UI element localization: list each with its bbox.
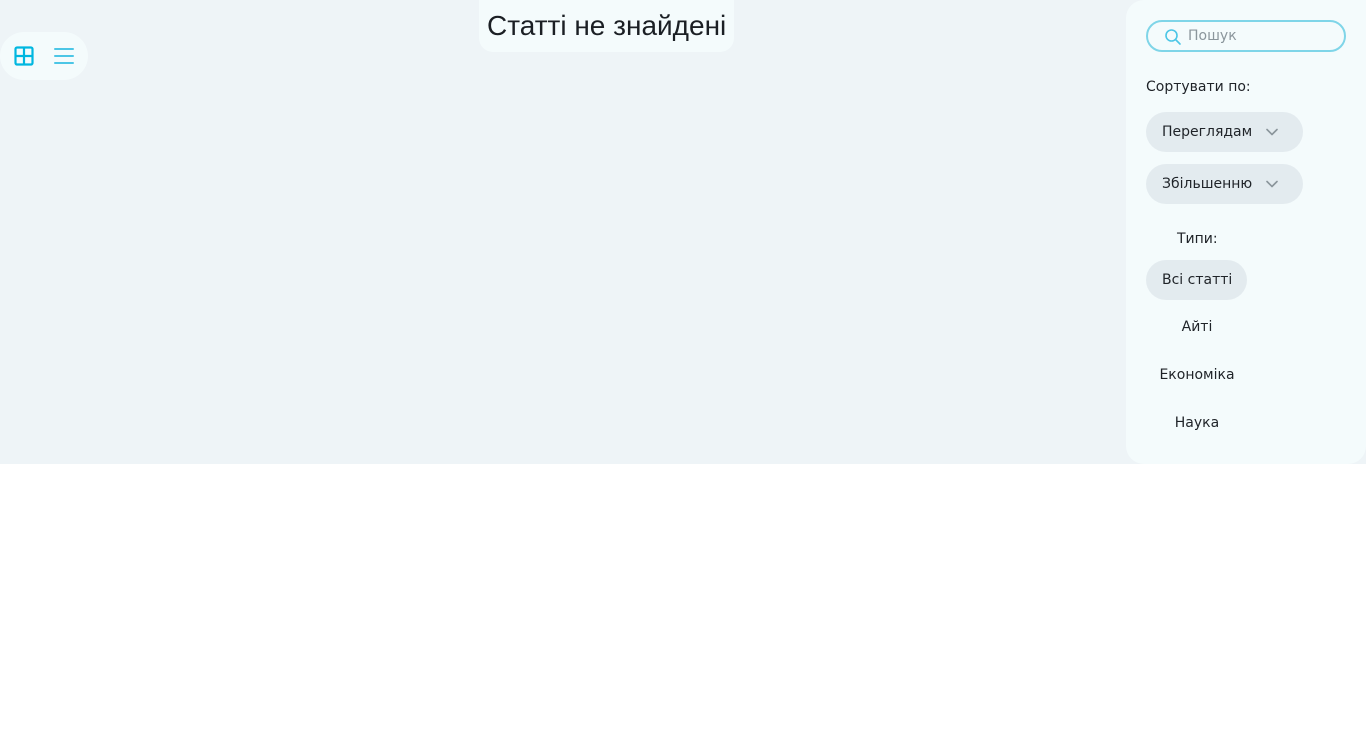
- list-view-button[interactable]: [52, 44, 76, 68]
- articles-page: Статті не знайдені Сортувати по: Перегля…: [0, 0, 1366, 464]
- sort-order-dropdown[interactable]: Збільшенню: [1146, 164, 1303, 204]
- sort-by-dropdown[interactable]: Переглядам: [1146, 112, 1303, 152]
- list-view-icon: [54, 48, 74, 64]
- grid-view-icon: [14, 46, 34, 66]
- sort-order-value: Збільшенню: [1162, 176, 1253, 192]
- type-economics[interactable]: Економіка: [1127, 367, 1267, 383]
- type-it[interactable]: Айті: [1127, 319, 1267, 335]
- type-all-articles[interactable]: Всі статті: [1146, 260, 1247, 300]
- types-label: Типи:: [1177, 231, 1218, 247]
- search-input[interactable]: [1188, 26, 1338, 46]
- type-label: Всі статті: [1162, 272, 1233, 288]
- empty-state-message: Статті не знайдені: [479, 0, 735, 52]
- grid-view-button[interactable]: [12, 44, 36, 68]
- search-icon: [1165, 29, 1181, 45]
- view-toggle: [0, 32, 88, 80]
- filters-sidebar: Сортувати по: Переглядам Збільшенню Типи…: [1126, 0, 1366, 464]
- sort-label: Сортувати по:: [1146, 79, 1251, 95]
- sort-by-value: Переглядам: [1162, 124, 1253, 140]
- chevron-down-icon: [1266, 180, 1278, 188]
- chevron-down-icon: [1266, 128, 1278, 136]
- type-science[interactable]: Наука: [1127, 415, 1267, 431]
- search-box[interactable]: [1146, 20, 1346, 52]
